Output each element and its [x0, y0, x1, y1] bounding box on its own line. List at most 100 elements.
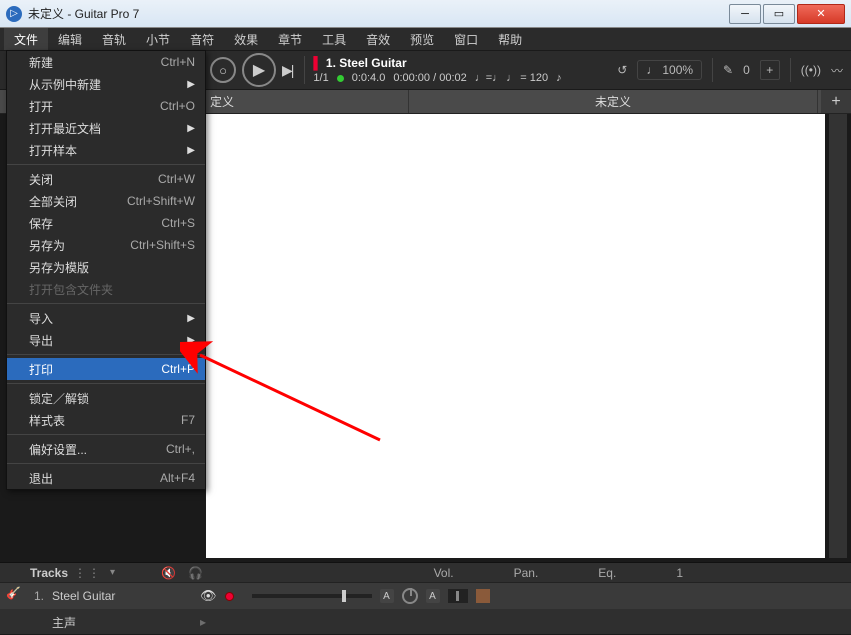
song-info: ▌1. Steel Guitar 1/1 0:0:4.0 0:00:00 / 0… — [304, 56, 561, 84]
menubar: 文件 编辑 音轨 小节 音符 效果 章节 工具 音效 预览 窗口 帮助 — [0, 28, 851, 50]
mute-icon[interactable]: 🔇 — [161, 566, 176, 580]
menu-item-label: 退出 — [29, 470, 53, 487]
menu-edit[interactable]: 编辑 — [48, 28, 92, 50]
antenna-icon[interactable]: ((•)) — [801, 63, 821, 77]
menu-item[interactable]: 另存为模版 — [7, 256, 205, 278]
menu-separator — [7, 164, 205, 165]
grip-icon[interactable]: ⋮⋮ — [74, 566, 102, 580]
pan-knob[interactable] — [402, 588, 418, 604]
metronome-icon[interactable]: ♪ — [556, 72, 562, 84]
separator — [712, 58, 713, 82]
menu-file[interactable]: 文件 — [4, 28, 48, 50]
menu-item[interactable]: 全部关闭Ctrl+Shift+W — [7, 190, 205, 212]
menu-item[interactable]: 保存Ctrl+S — [7, 212, 205, 234]
record-arm-icon[interactable] — [225, 592, 234, 601]
one-label: 1 — [676, 566, 683, 580]
menu-window[interactable]: 窗口 — [444, 28, 488, 50]
transport-status: 1/1 0:0:4.0 0:00:00 / 00:02 ♩=♩ ♩ = 120 … — [313, 72, 561, 84]
menu-item[interactable]: 打印 Ctrl+P — [7, 358, 205, 380]
pen-value: 0 — [743, 63, 750, 77]
pan-label: Pan. — [514, 566, 539, 580]
menu-item[interactable]: 打开样本▶ — [7, 139, 205, 161]
track-row[interactable]: 主声 ▸ — [0, 609, 851, 635]
tab-right[interactable]: 未定义 — [409, 90, 818, 113]
menu-separator — [7, 354, 205, 355]
menu-item-label: 打印 — [29, 361, 53, 378]
menu-item[interactable]: 从示例中新建▶ — [7, 73, 205, 95]
menu-item-label: 打开包含文件夹 — [29, 281, 113, 298]
bar-position: 1/1 — [313, 72, 328, 84]
auto-badge[interactable]: A — [426, 589, 440, 603]
eq-control[interactable] — [448, 589, 468, 603]
tracks-label: Tracks — [30, 566, 68, 580]
add-tab-button[interactable]: + — [821, 90, 851, 113]
guitar-icon — [8, 589, 22, 603]
vertical-scrollbar[interactable] — [829, 114, 847, 558]
menu-help[interactable]: 帮助 — [488, 28, 532, 50]
menu-item[interactable]: 打开 Ctrl+O — [7, 95, 205, 117]
submenu-arrow-icon: ▶ — [187, 145, 195, 156]
tab-right-label: 未定义 — [595, 93, 631, 110]
menu-preview[interactable]: 预览 — [400, 28, 444, 50]
track-name: Steel Guitar — [52, 589, 192, 603]
add-button[interactable]: + — [760, 60, 780, 80]
menu-tool[interactable]: 工具 — [312, 28, 356, 50]
skip-end-button[interactable]: ▶| — [282, 62, 292, 79]
menu-item-label: 锁定／解锁 — [29, 390, 89, 407]
menu-item[interactable]: 锁定／解锁 — [7, 387, 205, 409]
menu-item[interactable]: 关闭 Ctrl+W — [7, 168, 205, 190]
menu-item[interactable]: 样式表F7 — [7, 409, 205, 431]
menu-shortcut: Ctrl+O — [160, 99, 195, 113]
menu-shortcut: Ctrl+W — [158, 172, 195, 186]
menu-shortcut: Ctrl+P — [161, 362, 195, 376]
track-color[interactable] — [476, 589, 490, 603]
submenu-arrow-icon: ▶ — [187, 313, 195, 324]
menu-item[interactable]: 偏好设置...Ctrl+, — [7, 438, 205, 460]
zoom-control[interactable]: ♩ 100% — [637, 60, 702, 80]
close-button[interactable]: ✕ — [797, 4, 845, 24]
menu-separator — [7, 303, 205, 304]
menu-bar[interactable]: 小节 — [136, 28, 180, 50]
vol-label: Vol. — [434, 566, 454, 580]
zoom-value: 100% — [662, 63, 693, 77]
menu-item-label: 另存为模版 — [29, 259, 89, 276]
menu-item[interactable]: 打开最近文档▶ — [7, 117, 205, 139]
separator — [790, 58, 791, 82]
minimize-button[interactable]: ─ — [729, 4, 761, 24]
collapse-icon[interactable]: ▾ — [110, 567, 115, 578]
volume-slider[interactable] — [252, 594, 372, 598]
guitar-curve-icon[interactable]: 〰 — [831, 62, 843, 79]
auto-badge[interactable]: A — [380, 589, 394, 603]
menu-item[interactable]: 另存为 Ctrl+Shift+S — [7, 234, 205, 256]
maximize-button[interactable]: ▭ — [763, 4, 795, 24]
headphones-icon[interactable]: 🎧 — [188, 566, 203, 580]
score-canvas[interactable] — [206, 114, 825, 558]
record-button[interactable]: ○ — [210, 57, 236, 83]
pen-icon[interactable]: ✎ — [723, 63, 733, 77]
menu-item[interactable]: 导出▶ — [7, 329, 205, 351]
play-button[interactable]: ▶ — [242, 53, 276, 87]
menu-item-label: 另存为 — [29, 237, 65, 254]
time-total: 0:00:00 / 00:02 — [393, 72, 466, 84]
menu-item[interactable]: 导入 ▶ — [7, 307, 205, 329]
note-icon: ♩ — [646, 63, 658, 77]
menu-shortcut: Ctrl+N — [161, 55, 195, 69]
track-row[interactable]: 1. Steel Guitar 👁 A A — [0, 583, 851, 609]
menu-track[interactable]: 音轨 — [92, 28, 136, 50]
menu-effect[interactable]: 效果 — [224, 28, 268, 50]
menu-item[interactable]: 新建Ctrl+N — [7, 51, 205, 73]
menu-shortcut: F7 — [181, 413, 195, 427]
menu-item-label: 关闭 — [29, 171, 53, 188]
toolbar-right: ↺ ♩ 100% ✎ 0 + ((•)) 〰 — [617, 51, 843, 89]
visibility-icon[interactable]: 👁 — [200, 588, 217, 604]
menu-shortcut: Ctrl+Shift+S — [130, 238, 195, 252]
current-track-label[interactable]: ▌1. Steel Guitar — [313, 56, 561, 70]
menu-note[interactable]: 音符 — [180, 28, 224, 50]
menu-sound[interactable]: 音效 — [356, 28, 400, 50]
undo-icon[interactable]: ↺ — [617, 63, 627, 77]
submenu-arrow-icon: ▶ — [187, 123, 195, 134]
menu-section[interactable]: 章节 — [268, 28, 312, 50]
menu-item-label: 打开 — [29, 98, 53, 115]
menu-item-label: 导入 — [29, 310, 53, 327]
menu-item[interactable]: 退出Alt+F4 — [7, 467, 205, 489]
